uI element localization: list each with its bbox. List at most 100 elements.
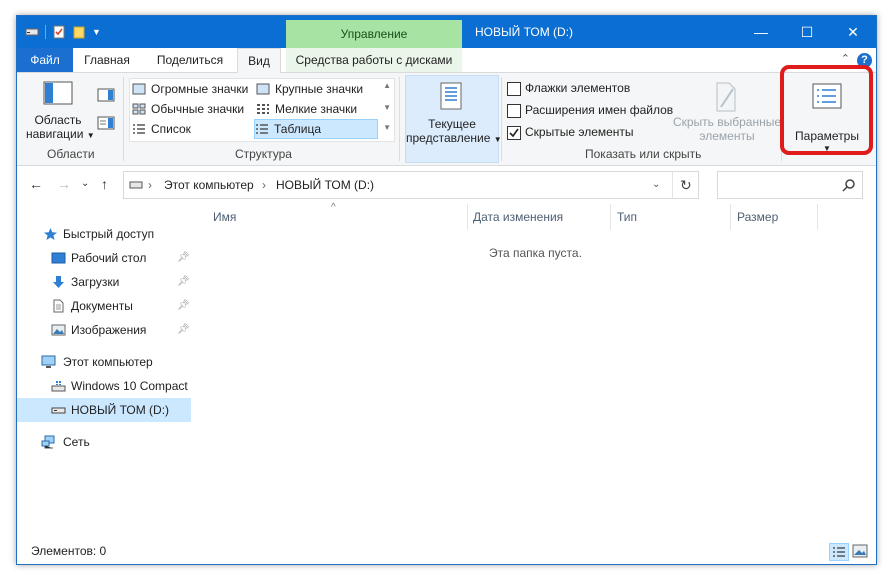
- preview-pane-icon[interactable]: [97, 87, 115, 103]
- nav-downloads[interactable]: Загрузки 📌︎: [17, 270, 191, 294]
- back-arrow-icon[interactable]: ←: [29, 176, 43, 192]
- layout-group-label: Структура: [235, 147, 292, 161]
- tab-share[interactable]: Поделиться: [145, 48, 235, 72]
- hidden-items-checkbox[interactable]: [507, 126, 521, 140]
- nav-pictures[interactable]: Изображения 📌︎: [17, 318, 191, 342]
- layout-medium[interactable]: Обычные значки: [132, 100, 244, 118]
- collapse-ribbon-icon[interactable]: ⌃: [841, 52, 850, 65]
- hide-selected-label-1: Скрыть выбранные: [672, 115, 782, 129]
- tab-home[interactable]: Главная: [77, 48, 137, 72]
- desktop-folder-icon: [51, 252, 66, 264]
- address-divider: [672, 172, 673, 198]
- details-pane-icon[interactable]: [97, 115, 115, 131]
- search-input[interactable]: [717, 171, 863, 199]
- item-count: Элементов: 0: [31, 544, 107, 558]
- tab-view[interactable]: Вид: [237, 48, 281, 74]
- address-bar[interactable]: › Этот компьютер › НОВЫЙ ТОМ (D:) ⌄ ↻: [123, 171, 699, 199]
- computer-icon: [41, 355, 56, 368]
- layout-scroll-up-icon[interactable]: ▲: [383, 81, 391, 90]
- title-bar: ▼ Управление НОВЫЙ ТОМ (D:) — ☐ ✕: [17, 16, 876, 48]
- current-view-label-1: Текущее: [428, 117, 476, 131]
- hide-selected-label-2: элементы: [699, 129, 755, 143]
- maximize-button[interactable]: ☐: [784, 16, 830, 48]
- layout-scroll-down-icon[interactable]: ▼: [383, 103, 391, 112]
- address-dropdown-icon[interactable]: ⌄: [652, 172, 660, 198]
- navigation-pane-label-2: навигации: [26, 127, 84, 141]
- column-header-type[interactable]: Тип: [617, 210, 637, 224]
- network-icon: [41, 435, 55, 449]
- drive-icon: [25, 28, 39, 36]
- layout-gallery: Огромные значки Крупные значки Обычные з…: [129, 78, 395, 142]
- breadcrumb-new-volume[interactable]: НОВЫЙ ТОМ (D:): [276, 172, 374, 198]
- breadcrumb-this-pc[interactable]: Этот компьютер: [164, 172, 254, 198]
- pin-icon[interactable]: 📌︎: [177, 270, 190, 294]
- sort-ascending-icon: ^: [331, 202, 336, 213]
- hide-selected-button[interactable]: Скрыть выбранные элементы: [671, 77, 783, 143]
- ribbon-separator: [501, 77, 502, 161]
- ribbon-separator: [123, 77, 124, 161]
- column-divider[interactable]: [467, 204, 468, 230]
- search-icon[interactable]: [842, 178, 856, 192]
- drive-icon: [129, 181, 143, 189]
- forward-arrow-icon[interactable]: →: [57, 176, 71, 192]
- ribbon-separator: [399, 77, 400, 161]
- navigation-bar: ← → ⌄ ↑ › Этот компьютер › НОВЫЙ ТОМ (D:…: [17, 166, 876, 204]
- minimize-button[interactable]: —: [738, 16, 784, 48]
- nav-desktop[interactable]: Рабочий стол 📌︎: [17, 246, 191, 270]
- large-icons-view-icon[interactable]: [851, 543, 869, 559]
- medium-icons-icon: [132, 103, 146, 115]
- properties-icon[interactable]: [52, 25, 66, 39]
- document-icon: [53, 299, 64, 313]
- pin-icon[interactable]: 📌︎: [177, 246, 190, 270]
- current-view-button[interactable]: Текущее представление ▼: [405, 75, 502, 163]
- status-bar: Элементов: 0: [17, 540, 876, 564]
- navigation-pane-button[interactable]: Область навигации ▼: [26, 113, 95, 141]
- show-hide-group-label: Показать или скрыть: [585, 147, 702, 161]
- item-checkboxes-checkbox[interactable]: [507, 82, 521, 96]
- layout-list[interactable]: Список: [132, 120, 191, 138]
- column-header-date[interactable]: Дата изменения: [473, 210, 563, 224]
- nav-documents[interactable]: Документы 📌︎: [17, 294, 191, 318]
- column-divider[interactable]: [730, 204, 731, 230]
- pictures-icon: [51, 324, 66, 336]
- nav-new-volume[interactable]: НОВЫЙ ТОМ (D:): [17, 398, 191, 422]
- tab-file[interactable]: Файл: [17, 48, 73, 72]
- empty-folder-message: Эта папка пуста.: [489, 246, 582, 260]
- recent-locations-icon[interactable]: ⌄: [81, 178, 89, 189]
- manage-tab[interactable]: Управление: [286, 20, 462, 48]
- tab-drive-tools[interactable]: Средства работы с дисками: [286, 48, 462, 72]
- quick-access-toolbar: ▼: [25, 24, 101, 40]
- layout-extra-large[interactable]: Огромные значки: [132, 80, 248, 98]
- download-arrow-icon: [53, 276, 64, 288]
- item-checkboxes-label: Флажки элементов: [525, 81, 631, 95]
- panes-group-label: Области: [47, 147, 95, 161]
- pin-icon[interactable]: 📌︎: [177, 318, 190, 342]
- nav-this-pc[interactable]: Этот компьютер: [17, 350, 191, 374]
- pin-icon[interactable]: 📌︎: [177, 294, 190, 318]
- layout-large[interactable]: Крупные значки: [256, 80, 363, 98]
- nav-windows10[interactable]: Windows 10 Compact: [17, 374, 191, 398]
- navigation-pane-label-1: Область: [34, 113, 82, 127]
- layout-small[interactable]: Мелкие значки: [256, 100, 357, 118]
- nav-network[interactable]: Сеть: [17, 430, 191, 454]
- column-divider[interactable]: [817, 204, 818, 230]
- file-extensions-checkbox[interactable]: [507, 104, 521, 118]
- ribbon-tabs: Файл Главная Поделиться Вид Средства раб…: [17, 48, 876, 74]
- column-header-size[interactable]: Размер: [737, 210, 778, 224]
- close-button[interactable]: ✕: [830, 16, 876, 48]
- checkmark-icon: [509, 128, 519, 138]
- details-view-icon[interactable]: [829, 543, 849, 561]
- breadcrumb-separator-icon: ›: [148, 178, 152, 192]
- file-extensions-label: Расширения имен файлов: [525, 103, 674, 117]
- small-icons-icon: [257, 104, 269, 114]
- new-folder-icon[interactable]: [72, 25, 86, 39]
- layout-more-icon[interactable]: ▼: [383, 123, 391, 132]
- refresh-icon[interactable]: ↻: [680, 172, 692, 198]
- ribbon: Область навигации ▼ Области Огромные зна…: [17, 73, 876, 166]
- layout-details[interactable]: Таблица: [254, 119, 378, 139]
- column-divider[interactable]: [610, 204, 611, 230]
- up-arrow-icon[interactable]: ↑: [101, 176, 108, 192]
- quick-access-dropdown-icon[interactable]: ▼: [92, 27, 101, 37]
- column-header-name[interactable]: Имя: [213, 210, 236, 224]
- nav-quick-access[interactable]: Быстрый доступ: [17, 222, 191, 246]
